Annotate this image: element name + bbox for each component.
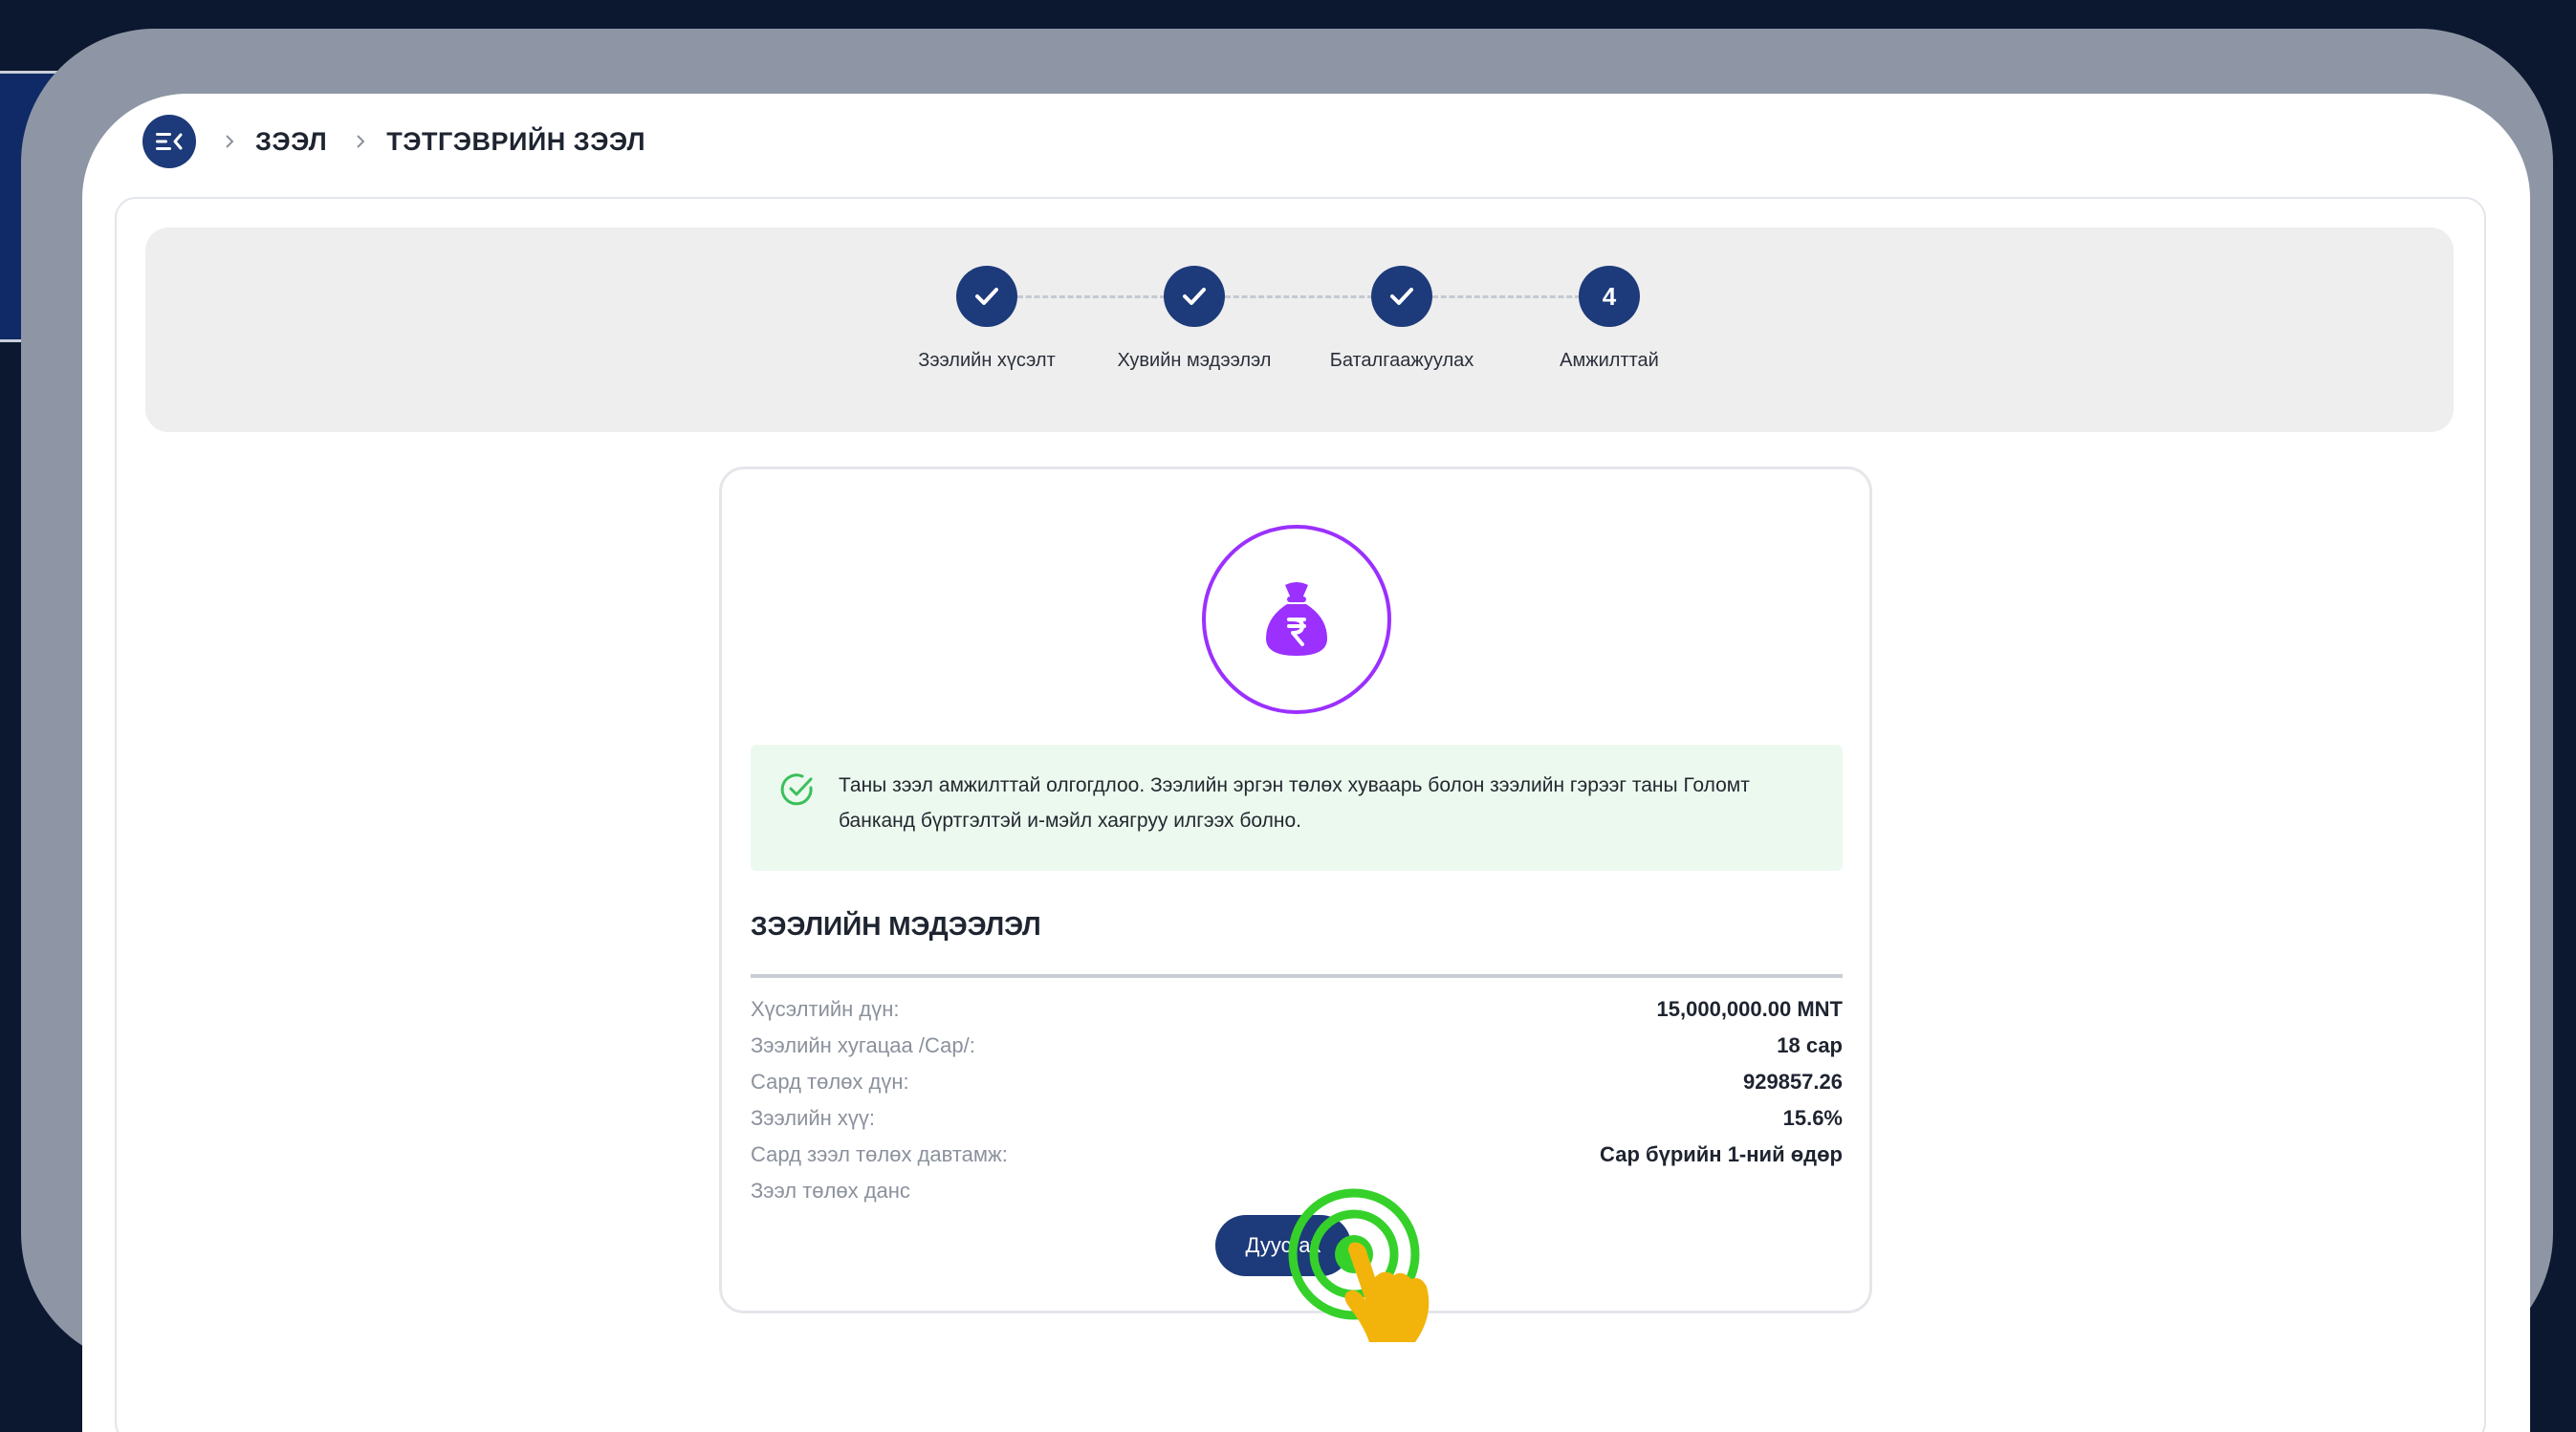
step-connector <box>1017 295 1166 298</box>
info-row-interest-rate: Зээлийн хүү: 15.6% <box>751 1100 1843 1137</box>
step-loan-request: Зээлийн хүсэлт <box>882 266 1092 372</box>
info-label: Зээлийн хүү: <box>751 1106 876 1130</box>
info-label: Сард зээл төлөх давтамж: <box>751 1142 1008 1166</box>
step-label: Баталгаажуулах <box>1329 350 1474 371</box>
info-label: Зээлийн хугацаа /Сар/: <box>751 1033 975 1057</box>
step-connector <box>1225 295 1373 298</box>
chevron-right-icon <box>357 135 365 148</box>
loan-info-list: Хүсэлтийн дүн: 15,000,000.00 MNT Зээлийн… <box>751 991 1843 1209</box>
breadcrumb-item-loan[interactable]: ЗЭЭЛ <box>255 127 327 157</box>
menu-collapse-icon <box>156 133 183 150</box>
chevron-right-icon <box>226 135 234 148</box>
info-label: Зээл төлөх данс <box>751 1179 910 1203</box>
check-icon <box>1164 266 1225 327</box>
info-row-monthly-payment: Сард төлөх дүн: 929857.26 <box>751 1064 1843 1100</box>
check-icon <box>1371 266 1432 327</box>
breadcrumb: ЗЭЭЛ ТЭТГЭВРИЙН ЗЭЭЛ <box>142 113 645 170</box>
step-label: Зээлийн хүсэлт <box>918 350 1056 371</box>
success-alert: Таны зээл амжилттай олгогдлоо. Зээлийн э… <box>751 745 1843 871</box>
info-label: Сард төлөх дүн: <box>751 1070 909 1094</box>
info-row-loan-term: Зээлийн хугацаа /Сар/: 18 сар <box>751 1028 1843 1064</box>
money-bag-icon <box>1266 582 1327 656</box>
step-success: 4 Амжилттай <box>1504 266 1714 372</box>
check-circle-icon <box>780 773 813 806</box>
info-value: 15,000,000.00 MNT <box>1656 997 1843 1021</box>
step-label: Хувийн мэдээлэл <box>1117 350 1272 371</box>
menu-collapse-button[interactable] <box>142 115 196 168</box>
info-value: 929857.26 <box>1743 1070 1843 1094</box>
info-row-requested-amount: Хүсэлтийн дүн: 15,000,000.00 MNT <box>751 991 1843 1028</box>
check-icon <box>956 266 1017 327</box>
section-title: ЗЭЭЛИЙН МЭДЭЭЛЭЛ <box>751 911 1041 941</box>
step-number: 4 <box>1579 266 1640 327</box>
info-value: 18 сар <box>1777 1033 1843 1057</box>
step-personal-info: Хувийн мэдээлэл <box>1089 266 1299 372</box>
info-label: Хүсэлтийн дүн: <box>751 997 900 1021</box>
tap-gesture-icon <box>1288 1188 1430 1342</box>
info-value: Сар бүрийн 1-ний өдөр <box>1600 1142 1843 1166</box>
step-connector <box>1432 295 1581 298</box>
step-confirmation: Баталгаажуулах <box>1297 266 1507 372</box>
success-message: Таны зээл амжилттай олгогдлоо. Зээлийн э… <box>839 774 1750 832</box>
info-value: 15.6% <box>1782 1106 1843 1130</box>
step-label: Амжилттай <box>1560 350 1659 371</box>
device-frame: ЗЭЭЛ ТЭТГЭВРИЙН ЗЭЭЛ Зээлийн хүсэлт Хуви… <box>21 29 2553 1432</box>
info-row-payment-frequency: Сард зээл төлөх давтамж: Сар бүрийн 1-ни… <box>751 1137 1843 1173</box>
breadcrumb-item-pension-loan: ТЭТГЭВРИЙН ЗЭЭЛ <box>386 126 646 156</box>
money-bag-badge <box>1202 525 1391 714</box>
divider <box>751 974 1843 978</box>
progress-stepper: Зээлийн хүсэлт Хувийн мэдээлэл Баталгааж… <box>145 228 2454 432</box>
